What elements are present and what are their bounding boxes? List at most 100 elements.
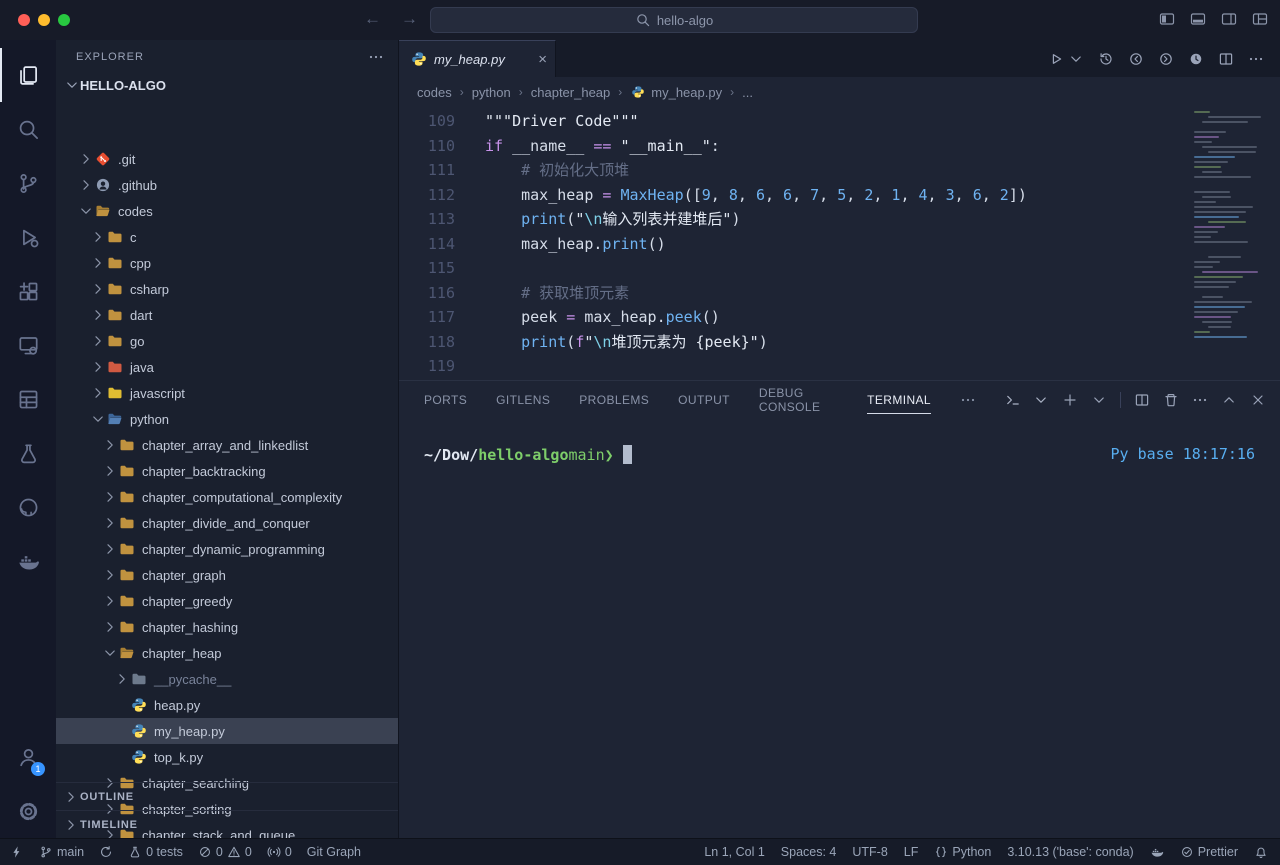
kill-terminal-button[interactable]	[1163, 392, 1179, 408]
breadcrumb-item-python[interactable]: python	[472, 85, 511, 100]
tree-item-chapter-array-and-linkedlist[interactable]: chapter_array_and_linkedlist	[56, 432, 398, 458]
timeline-history-button[interactable]	[1098, 51, 1114, 67]
tree-item-my-heap-py[interactable]: my_heap.py	[56, 718, 398, 744]
breadcrumb-item-chapter-heap[interactable]: chapter_heap	[531, 85, 611, 100]
toggle-panel-button[interactable]	[1190, 11, 1206, 27]
status-prettier[interactable]: Prettier	[1180, 845, 1238, 859]
activity-item-docker[interactable]	[0, 534, 56, 588]
panel-tab-gitlens[interactable]: GITLENS	[496, 381, 550, 419]
status-encoding[interactable]: UTF-8	[852, 845, 887, 859]
new-terminal-button[interactable]	[1062, 392, 1078, 408]
tree-item-csharp[interactable]: csharp	[56, 276, 398, 302]
tree-item-chapter-backtracking[interactable]: chapter_backtracking	[56, 458, 398, 484]
tree-item-top-k-py[interactable]: top_k.py	[56, 744, 398, 770]
terminal[interactable]: ~/Dow/hello-algo main ❯ Py base 18:17:16	[399, 419, 1280, 464]
status-git-sync[interactable]	[99, 845, 113, 859]
code-editor[interactable]: 109"""Driver Code"""110if __name__ == "_…	[399, 107, 1280, 380]
sidebar-more-actions-button[interactable]	[368, 49, 384, 65]
tree-root-hello-algo[interactable]: HELLO-ALGO	[56, 74, 398, 96]
tree-item-chapter-greedy[interactable]: chapter_greedy	[56, 588, 398, 614]
status-eol[interactable]: LF	[904, 845, 919, 859]
run-python-file-button[interactable]	[1048, 51, 1064, 67]
activity-item-source-control[interactable]	[0, 156, 56, 210]
tree-item-chapter-heap[interactable]: chapter_heap	[56, 640, 398, 666]
panel-more-actions-button[interactable]	[1192, 392, 1208, 408]
activity-item-remote-explorer[interactable]	[0, 318, 56, 372]
tree-item-pycache[interactable]: __pycache__	[56, 666, 398, 692]
previous-change-button[interactable]	[1128, 51, 1144, 67]
terminal-launch-dropdown[interactable]	[1091, 392, 1107, 408]
toggle-primary-sidebar-button[interactable]	[1159, 11, 1175, 27]
status-indentation[interactable]: Spaces: 4	[781, 845, 837, 859]
activity-item-run-and-debug[interactable]	[0, 210, 56, 264]
panel-tab-problems[interactable]: PROBLEMS	[579, 381, 649, 419]
tree-item-chapter-dynamic-programming[interactable]: chapter_dynamic_programming	[56, 536, 398, 562]
tree-item-cpp[interactable]: cpp	[56, 250, 398, 276]
minimize-window-button[interactable]	[38, 14, 50, 26]
next-change-button[interactable]	[1158, 51, 1174, 67]
outline-section-header[interactable]: OUTLINE	[56, 782, 398, 810]
status-forwarded-ports[interactable]: 0	[267, 845, 292, 859]
status-language-mode[interactable]: Python	[934, 845, 991, 859]
line-number: 109	[399, 109, 455, 134]
panel-tab-output[interactable]: OUTPUT	[678, 381, 730, 419]
profile-run-button[interactable]	[1188, 51, 1204, 67]
panel-tab-terminal[interactable]: TERMINAL	[867, 381, 931, 419]
status-git-branch[interactable]: main	[39, 845, 84, 859]
activity-item-explorer[interactable]	[0, 48, 56, 102]
split-editor-button[interactable]	[1218, 51, 1234, 67]
status-cursor-position[interactable]: Ln 1, Col 1	[704, 845, 764, 859]
status-docker-status[interactable]	[1150, 845, 1164, 859]
navigate-forward-button[interactable]: →	[401, 9, 418, 29]
toggle-secondary-sidebar-button[interactable]	[1221, 11, 1237, 27]
timeline-section-header[interactable]: TIMELINE	[56, 810, 398, 838]
activity-item-github[interactable]	[0, 480, 56, 534]
tab-my-heap-py[interactable]: my_heap.py ×	[399, 40, 556, 77]
run-dropdown-button[interactable]	[1068, 51, 1084, 67]
tree-item-github[interactable]: .github	[56, 172, 398, 198]
tree-item-java[interactable]: java	[56, 354, 398, 380]
status-notifications[interactable]	[1254, 845, 1268, 859]
tree-item-dart[interactable]: dart	[56, 302, 398, 328]
activity-item-accounts[interactable]: 1	[0, 730, 56, 784]
tree-item-go[interactable]: go	[56, 328, 398, 354]
tree-item-codes[interactable]: codes	[56, 198, 398, 224]
breadcrumb-item-more[interactable]: ...	[742, 85, 753, 100]
status-git-graph[interactable]: Git Graph	[307, 845, 361, 859]
breadcrumb-item-my-heap-py[interactable]: my_heap.py	[630, 84, 722, 100]
activity-item-extensions[interactable]	[0, 264, 56, 318]
navigate-back-button[interactable]: ←	[364, 9, 381, 29]
maximize-panel-button[interactable]	[1221, 392, 1237, 408]
more-actions-button[interactable]	[1248, 51, 1264, 67]
tree-item-chapter-divide-and-conquer[interactable]: chapter_divide_and_conquer	[56, 510, 398, 536]
close-panel-button[interactable]	[1250, 392, 1266, 408]
tree-item-heap-py[interactable]: heap.py	[56, 692, 398, 718]
activity-item-search[interactable]	[0, 102, 56, 156]
activity-item-settings[interactable]	[0, 784, 56, 838]
close-tab-icon[interactable]: ×	[538, 51, 547, 68]
command-center-search[interactable]: hello-algo	[430, 7, 918, 33]
status-problems[interactable]: 00	[198, 845, 252, 859]
customize-layout-button[interactable]	[1252, 11, 1268, 27]
panel-tab-ports[interactable]: PORTS	[424, 381, 467, 419]
tree-item-c[interactable]: c	[56, 224, 398, 250]
tree-item-javascript[interactable]: javascript	[56, 380, 398, 406]
panel-more-tabs-button[interactable]	[960, 392, 976, 408]
tree-item-chapter-hashing[interactable]: chapter_hashing	[56, 614, 398, 640]
activity-item-testing[interactable]	[0, 426, 56, 480]
tree-item-git[interactable]: .git	[56, 146, 398, 172]
status-python-interpreter[interactable]: 3.10.13 ('base': conda)	[1007, 845, 1133, 859]
status-tests[interactable]: 0 tests	[128, 845, 183, 859]
close-window-button[interactable]	[18, 14, 30, 26]
status-remote-indicator[interactable]	[10, 845, 24, 859]
split-terminal-button[interactable]	[1134, 392, 1150, 408]
zoom-window-button[interactable]	[58, 14, 70, 26]
tree-item-chapter-computational-complexity[interactable]: chapter_computational_complexity	[56, 484, 398, 510]
panel-tab-debug-console[interactable]: DEBUG CONSOLE	[759, 381, 838, 419]
activity-item-gitlens[interactable]	[0, 372, 56, 426]
terminal-shell-picker[interactable]	[1005, 392, 1049, 408]
tree-item-chapter-graph[interactable]: chapter_graph	[56, 562, 398, 588]
minimap[interactable]	[1194, 111, 1270, 341]
tree-item-python[interactable]: python	[56, 406, 398, 432]
breadcrumb-item-codes[interactable]: codes	[417, 85, 452, 100]
